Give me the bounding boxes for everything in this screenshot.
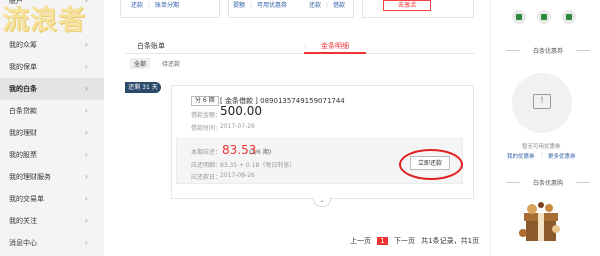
due-period: (1/6 期)	[249, 149, 272, 156]
sidebar-item-messages[interactable]: 消息中心 ›	[0, 232, 104, 254]
top-links-1: 还款 | 账单分期	[131, 2, 180, 9]
chevron-down-icon[interactable]: ⌄	[313, 197, 331, 207]
installment-term-badge: 分 6 期	[191, 96, 219, 106]
sidebar-item-follow[interactable]: 我的关注 ›	[0, 210, 104, 232]
amount-label: 借款金额：	[191, 112, 222, 119]
sidebar-item-finance[interactable]: 我的理财 ›	[0, 122, 104, 144]
due-date-label: 应还款日：	[191, 174, 222, 181]
tab-jintiao-detail[interactable]: 金条明细	[321, 41, 349, 51]
raise-limit-link[interactable]: 提额	[233, 2, 245, 9]
tab-bar: 白条账单 | 金条明细	[125, 38, 475, 54]
filter-bar: 全部 待还款	[130, 58, 190, 69]
page-summary: 共1条记录，共1页	[421, 237, 480, 245]
sidebar-item-label: 我的股票	[9, 151, 37, 159]
pagination: 上一页 1 下一页 共1条记录，共1页	[350, 236, 483, 246]
document-icon[interactable]	[562, 10, 576, 24]
sidebar-item-label: 消息中心	[9, 239, 37, 247]
sidebar-item-label: 我的关注	[9, 217, 37, 225]
current-page[interactable]: 1	[377, 237, 388, 245]
chevron-right-icon: ›	[84, 84, 88, 93]
top-links-3: 还款 | 借款	[309, 2, 346, 9]
sidebar-item-label: 我的理财服务	[9, 173, 51, 181]
chevron-right-icon: ›	[84, 128, 88, 137]
gift-box-image[interactable]	[518, 199, 564, 245]
top-links-2: 提额 | 可用优惠券	[233, 2, 288, 9]
annotation-circle	[399, 149, 463, 180]
repay-link[interactable]: 还款	[131, 2, 143, 9]
coupons-link[interactable]: 可用优惠券	[257, 2, 287, 9]
watermark-logo: 流浪者	[2, 5, 86, 36]
my-coupons-link[interactable]: 我的优惠券	[507, 152, 535, 160]
sidebar-item-label: 白条贷款	[9, 107, 37, 115]
activate-button[interactable]: 去激活	[383, 0, 431, 11]
installment-link[interactable]: 账单分期	[155, 2, 179, 9]
due-label: 本期应还：	[191, 149, 222, 156]
sidebar-item-orders[interactable]: 我的交易单 ›	[0, 188, 104, 210]
chevron-right-icon: ›	[84, 150, 88, 159]
sidebar-item-baitiao-loan[interactable]: 白条贷款 ›	[0, 100, 104, 122]
repay-detail: 83.35 + 0.18（每日利息）	[220, 162, 296, 169]
filter-all[interactable]: 全部	[130, 58, 151, 69]
sidebar-item-label: 我的交易单	[9, 195, 44, 203]
shop-section-title: 白条优惠购	[500, 178, 596, 187]
alert-icon: !	[533, 94, 551, 109]
detail-label: 应还明细：	[191, 162, 222, 169]
sidebar-item-label: 我的保单	[9, 63, 37, 71]
prev-page-link[interactable]: 上一页	[350, 237, 371, 245]
chevron-right-icon: ›	[84, 172, 88, 181]
tab-divider: |	[304, 42, 307, 50]
chevron-right-icon: ›	[84, 40, 88, 49]
repay-link-2[interactable]: 还款	[309, 2, 321, 9]
coupon-empty-text: 暂无可用优惠券	[522, 144, 561, 150]
chevron-right-icon: ›	[84, 238, 88, 247]
filter-pending[interactable]: 待还款	[158, 58, 184, 69]
sidebar-item-label: 我的理财	[9, 129, 37, 137]
loan-time: 2017-07-26	[220, 123, 255, 130]
sidebar-item-crowdfunding[interactable]: 我的众筹 ›	[0, 34, 104, 56]
more-coupons-link[interactable]: 更多优惠券	[548, 152, 576, 160]
card-icon[interactable]	[537, 10, 551, 24]
sidebar-item-label: 我的白条	[9, 85, 37, 93]
sidebar-item-finance-service[interactable]: 我的理财服务 ›	[0, 166, 104, 188]
user-icon[interactable]	[512, 10, 526, 24]
sidebar-item-label: 我的众筹	[9, 41, 37, 49]
sidebar-item-stocks[interactable]: 我的股票 ›	[0, 144, 104, 166]
borrow-link[interactable]: 借款	[333, 2, 345, 9]
due-date: 2017-08-26	[220, 172, 255, 179]
sidebar-item-policy[interactable]: 我的保单 ›	[0, 56, 104, 78]
tab-active-indicator	[304, 52, 366, 54]
chevron-right-icon: ›	[84, 194, 88, 203]
sidebar-item-baitiao[interactable]: 我的白条 ›	[0, 78, 104, 100]
sidebar: 账户 › 流浪者 我的众筹 › 我的保单 › 我的白条 › 白条贷款 › 我的理…	[0, 0, 104, 256]
time-label: 借款时间：	[191, 125, 222, 132]
chevron-right-icon: ›	[84, 216, 88, 225]
loan-amount: 500.00	[220, 104, 262, 118]
tab-baitiao-bill[interactable]: 白条账单	[137, 41, 165, 51]
chevron-right-icon: ›	[84, 106, 88, 115]
coupon-section-title: 白条优惠券	[500, 46, 596, 55]
chevron-right-icon: ›	[84, 62, 88, 71]
link-separator: |	[541, 152, 543, 158]
days-remaining-badge: 还剩 31 天	[125, 82, 161, 93]
page-root: 账户 › 流浪者 我的众筹 › 我的保单 › 我的白条 › 白条贷款 › 我的理…	[0, 0, 600, 256]
next-page-link[interactable]: 下一页	[394, 237, 415, 245]
